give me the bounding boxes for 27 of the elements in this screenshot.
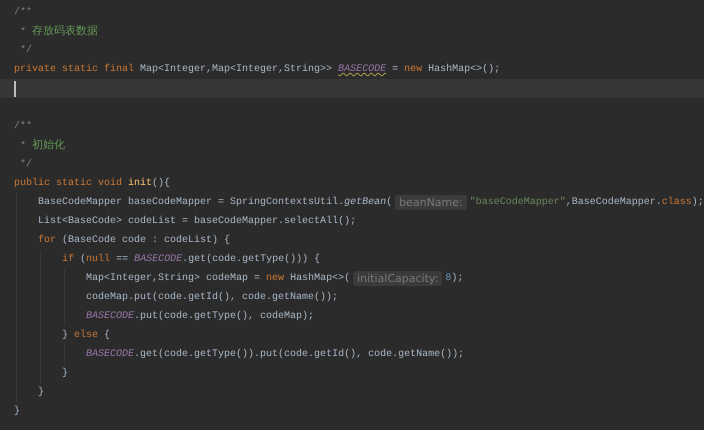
code-text: Map<Integer,String> codeMap = new HashMap<>( bbox=[86, 272, 350, 286]
code-text: } bbox=[14, 404, 20, 419]
code-text: if (null == BASECODE.get(code.getType())) { bbox=[62, 252, 320, 267]
code-text: /** bbox=[14, 6, 32, 20]
text-cursor bbox=[14, 80, 16, 96]
code-text: */ bbox=[19, 44, 32, 58]
code-text: /** bbox=[14, 120, 32, 134]
code-text: List<BaseCode> codeList = baseCodeMapper.selectAll(); bbox=[38, 214, 356, 229]
code-text: 8); bbox=[445, 272, 464, 286]
code-text: for (BaseCode code : codeList) { bbox=[38, 234, 230, 248]
code-text: } bbox=[62, 366, 68, 381]
code-text: codeMap.put(code.getId(), code.getName()); bbox=[86, 290, 338, 305]
code-text: public static void init(){ bbox=[14, 176, 170, 191]
code-text: } else { bbox=[62, 328, 110, 343]
parameter-hint: beanName: bbox=[395, 195, 467, 210]
parameter-hint: initialCapacity: bbox=[353, 271, 442, 286]
code-text: * 初始化 bbox=[19, 137, 66, 154]
code-text: } bbox=[38, 386, 44, 400]
code-text: BASECODE.get(code.getType()).put(code.getId(), code.getName()); bbox=[86, 348, 464, 362]
code-text: = new HashMap<>(); bbox=[391, 62, 500, 77]
code-text: BASECODE.put(code.getType(), codeMap); bbox=[86, 310, 314, 324]
code-text: * 存放码表数据 bbox=[19, 23, 98, 40]
warned-identifier: BASECODE bbox=[338, 63, 386, 77]
code-text: "baseCodeMapper",BaseCodeMapper.class); bbox=[470, 196, 704, 210]
code-text: BaseCodeMapper baseCodeMapper = SpringContextsUtil.getBean( bbox=[38, 196, 392, 210]
code-text: */ bbox=[19, 158, 32, 172]
code-text: private static final Map<Integer,Map<Integer,String>> bbox=[14, 62, 334, 77]
